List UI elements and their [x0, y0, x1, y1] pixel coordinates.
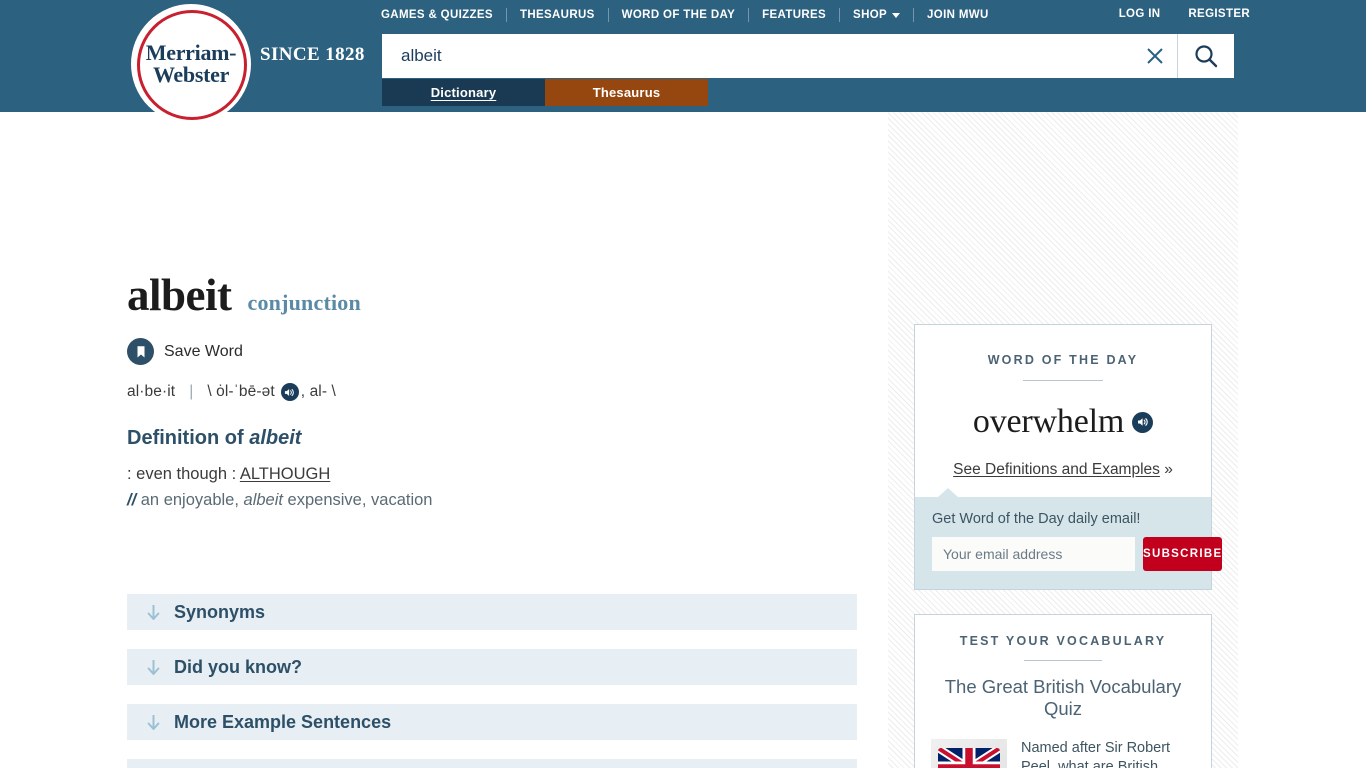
wotd-word[interactable]: overwhelm [973, 403, 1124, 441]
dictionary-thesaurus-tabs: Dictionary Thesaurus [382, 79, 708, 106]
email-field[interactable] [932, 537, 1135, 571]
union-jack-flag-icon [931, 739, 1007, 768]
since-tagline: SINCE 1828 [260, 44, 365, 65]
wotd-subscribe-band: Get Word of the Day daily email! SUBSCRI… [915, 488, 1223, 589]
bookmark-icon [127, 338, 154, 365]
pronunciation-close: , al- \ [300, 383, 336, 400]
page-body: albeit conjunction Save Word al·be·it | … [0, 112, 1366, 768]
arrow-down-icon [145, 658, 162, 677]
subscribe-row: SUBSCRIBE [932, 537, 1223, 571]
accordion-synonyms[interactable]: Synonyms [127, 594, 857, 630]
example-pre: an enjoyable, [136, 491, 244, 509]
wotd-link-row: See Definitions and Examples » [935, 461, 1191, 479]
entry-main-column: albeit conjunction Save Word al·be·it | … [127, 112, 862, 768]
definition-heading: Definition of albeit [127, 427, 862, 450]
merriam-webster-logo[interactable]: Merriam- Webster [131, 4, 251, 124]
quiz-question-row: Named after Sir Robert Peel, what are Br… [931, 739, 1195, 768]
example-italic-word: albeit [243, 491, 283, 509]
nav-label: WORD OF THE DAY [621, 9, 736, 21]
wotd-body: WORD OF THE DAY overwhelm See Definition… [915, 325, 1211, 497]
quiz-question-text: Named after Sir Robert Peel, what are Br… [1021, 740, 1171, 768]
syllabification: al·be·it [127, 383, 176, 400]
nav-word-of-the-day[interactable]: WORD OF THE DAY [609, 9, 748, 21]
pron-divider: | [189, 383, 194, 400]
pronunciation-open: \ ȯl-ˈbē-ət [207, 383, 275, 400]
definition-example: // an enjoyable, albeit expensive, vacat… [127, 491, 862, 510]
accordion-learn-more-about[interactable]: Learn More About albeit [127, 759, 857, 768]
subscribe-label: Get Word of the Day daily email! [932, 511, 1141, 527]
definition-cross-reference-link[interactable]: ALTHOUGH [240, 465, 330, 483]
headword-row: albeit conjunction [127, 112, 862, 318]
save-word-button[interactable]: Save Word [127, 338, 862, 365]
log-in-link[interactable]: LOG IN [1105, 8, 1175, 20]
sidebar: WORD OF THE DAY overwhelm See Definition… [914, 112, 1223, 768]
site-header: Merriam- Webster SINCE 1828 GAMES & QUIZ… [0, 0, 1366, 124]
nav-label: GAMES & QUIZZES [381, 9, 493, 21]
accordion-list: Synonyms Did you know? More Example Sent… [127, 594, 862, 768]
tab-thesaurus[interactable]: Thesaurus [545, 79, 708, 106]
nav-join-mwu[interactable]: JOIN MWU [914, 9, 1002, 21]
definition-sense: : even though : ALTHOUGH [127, 465, 862, 484]
nav-label: SHOP [853, 9, 888, 21]
word-of-the-day-card: WORD OF THE DAY overwhelm See Definition… [914, 324, 1223, 590]
accordion-label: More Example Sentences [174, 711, 392, 732]
example-slashes: // [127, 491, 137, 509]
close-x-icon[interactable] [1133, 35, 1177, 77]
subscribe-button[interactable]: SUBSCRIBE [1143, 537, 1223, 571]
search-icon[interactable] [1177, 34, 1233, 78]
speaker-icon[interactable] [280, 383, 299, 401]
test-your-vocabulary-card: TEST YOUR VOCABULARY The Great British V… [914, 614, 1212, 768]
arrow-down-icon [145, 713, 162, 732]
chevron-down-icon [892, 13, 901, 18]
part-of-speech: conjunction [247, 290, 361, 315]
link-arrow: » [1164, 461, 1173, 478]
account-nav: LOG IN REGISTER [1105, 8, 1250, 20]
nav-thesaurus[interactable]: THESAURUS [507, 9, 608, 21]
logo-line-2: Webster [152, 62, 230, 87]
quiz-divider [1024, 660, 1102, 661]
accordion-more-example-sentences[interactable]: More Example Sentences [127, 704, 857, 740]
logo-text: Merriam- Webster [145, 39, 237, 87]
logo-line-1: Merriam- [145, 39, 237, 65]
example-post: expensive, vacation [282, 491, 433, 509]
search-input[interactable] [383, 35, 1133, 77]
tab-dictionary[interactable]: Dictionary [382, 79, 545, 106]
tab-dictionary-label: Dictionary [430, 85, 497, 100]
quiz-title: The Great British Vocabulary Quiz [944, 676, 1182, 719]
nav-label: THESAURUS [519, 9, 595, 21]
nav-shop[interactable]: SHOP [840, 9, 913, 21]
tab-thesaurus-label: Thesaurus [592, 85, 661, 100]
wotd-word-row: overwhelm [935, 403, 1191, 441]
accordion-did-you-know[interactable]: Did you know? [127, 649, 857, 685]
arrow-down-icon [145, 603, 162, 622]
register-link[interactable]: REGISTER [1174, 8, 1250, 20]
nav-games-quizzes[interactable]: GAMES & QUIZZES [381, 9, 506, 21]
primary-nav: GAMES & QUIZZES THESAURUS WORD OF THE DA… [381, 8, 1002, 22]
pronunciation-row: al·be·it | \ ȯl-ˈbē-ət , al- \ [127, 383, 862, 401]
accordion-label: Did you know? [174, 656, 302, 677]
accordion-label: Synonyms [174, 601, 266, 622]
wotd-eyebrow: WORD OF THE DAY [987, 353, 1139, 367]
save-word-label: Save Word [164, 342, 243, 360]
see-definitions-and-examples-link[interactable]: See Definitions and Examples [953, 461, 1160, 478]
wotd-divider [1023, 380, 1103, 381]
definition-text: : even though : [127, 465, 240, 483]
nav-label: FEATURES [762, 9, 827, 21]
page-title: albeit [127, 270, 232, 320]
search-bar [382, 34, 1234, 78]
speaker-icon[interactable] [1132, 411, 1154, 433]
definition-heading-word: albeit [249, 427, 302, 449]
quiz-eyebrow: TEST YOUR VOCABULARY [959, 634, 1167, 648]
definition-heading-prefix: Definition of [127, 427, 250, 449]
nav-label: JOIN MWU [927, 9, 989, 21]
nav-features[interactable]: FEATURES [749, 9, 839, 21]
